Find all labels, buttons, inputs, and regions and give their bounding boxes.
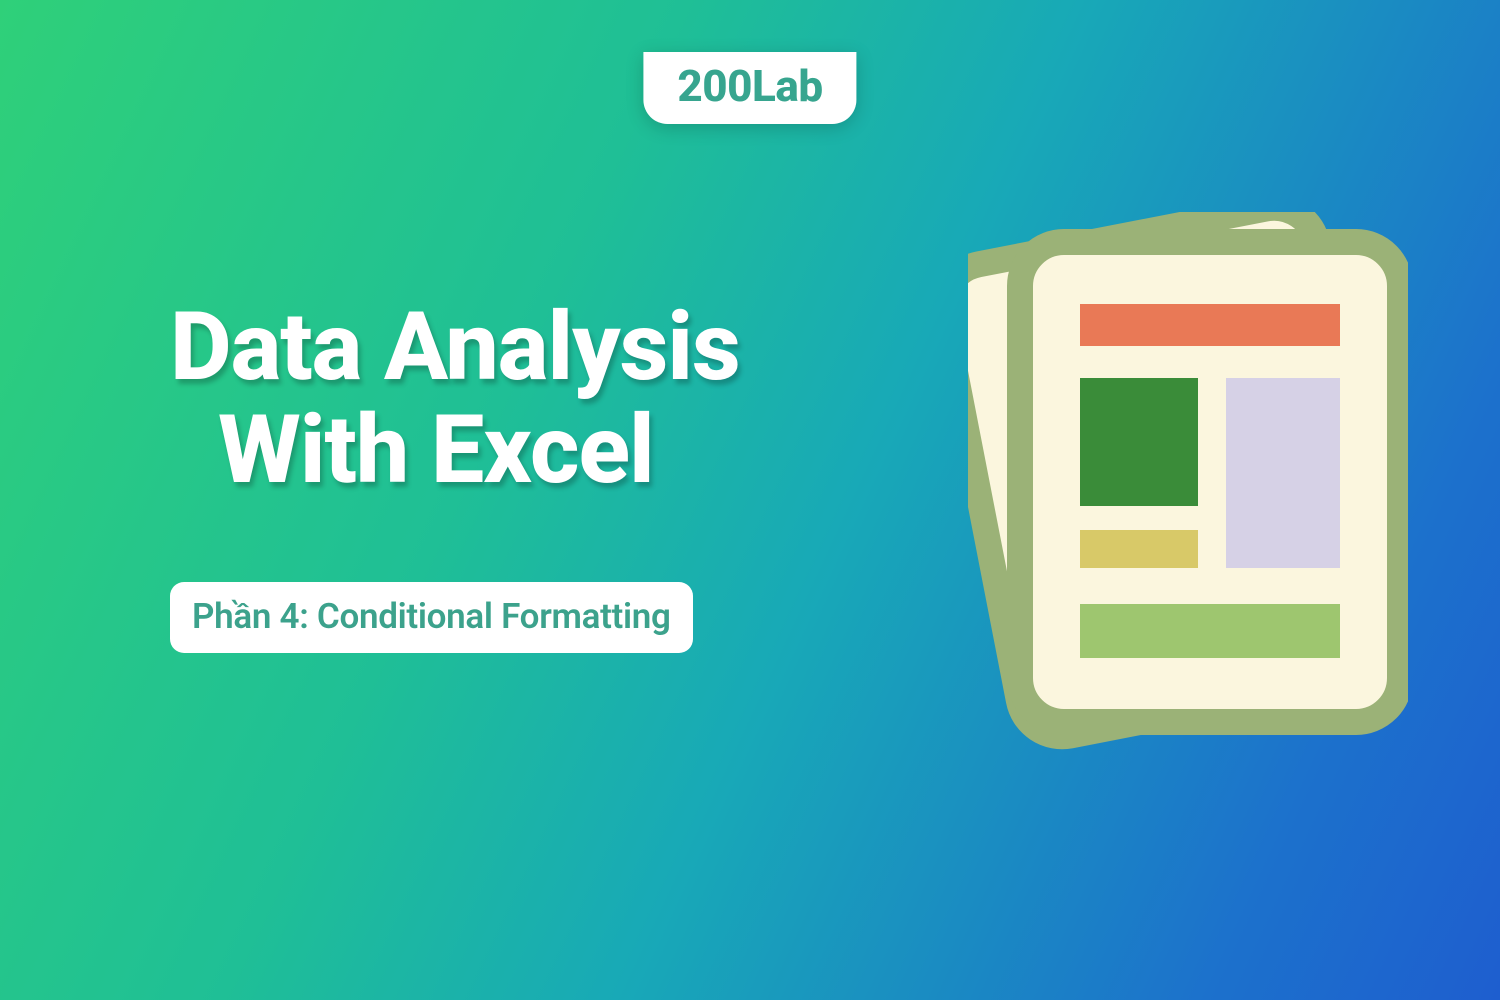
headline-line-1: Data Analysis [170, 297, 740, 400]
headline-line-2: With Excel [170, 400, 740, 503]
subtitle-pill: Phần 4: Conditional Formatting [170, 582, 693, 653]
content-wrap: 200Lab Data Analysis With Excel Phần 4: … [78, 52, 1422, 947]
thumbnail-canvas: 200Lab Data Analysis With Excel Phần 4: … [0, 0, 1500, 1000]
logo-badge: 200Lab [643, 52, 856, 124]
headline: Data Analysis With Excel [170, 297, 740, 502]
document-illustration-icon [968, 212, 1408, 762]
subtitle-text: Phần 4: Conditional Formatting [192, 596, 671, 637]
brand-logo-text: 200Lab [677, 64, 822, 108]
